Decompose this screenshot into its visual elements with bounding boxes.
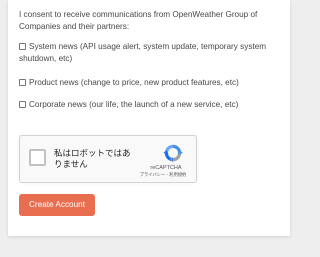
recaptcha-checkbox[interactable] [29,149,46,166]
corporate-news-label: Corporate news (our life, the launch of … [29,100,239,109]
recaptcha-brand: reCAPTCHA [150,165,182,171]
consent-option-corporate-news[interactable]: Corporate news (our life, the launch of … [19,99,281,111]
consent-option-product-news[interactable]: Product news (change to price, new produ… [19,77,281,89]
product-news-checkbox[interactable] [19,79,26,86]
create-account-button[interactable]: Create Account [19,194,95,216]
consent-intro-text: I consent to receive communications from… [19,10,258,31]
product-news-label: Product news (change to price, new produ… [29,78,239,87]
recaptcha-privacy-terms-links[interactable]: プライバシー - 利用規約 [130,172,196,178]
consent-option-system-news[interactable]: System news (API usage alert, system upd… [19,41,281,65]
recaptcha-logo-icon [163,144,184,164]
recaptcha-label: 私はロボットではありません [54,148,131,169]
recaptcha-widget: 私はロボットではありません reCAPTCHA プライバシー - 利用規約 [19,135,197,183]
system-news-label: System news (API usage alert, system upd… [19,42,267,63]
corporate-news-checkbox[interactable] [19,101,26,108]
signup-form-card: I consent to receive communications from… [8,0,290,236]
system-news-checkbox[interactable] [19,43,26,50]
